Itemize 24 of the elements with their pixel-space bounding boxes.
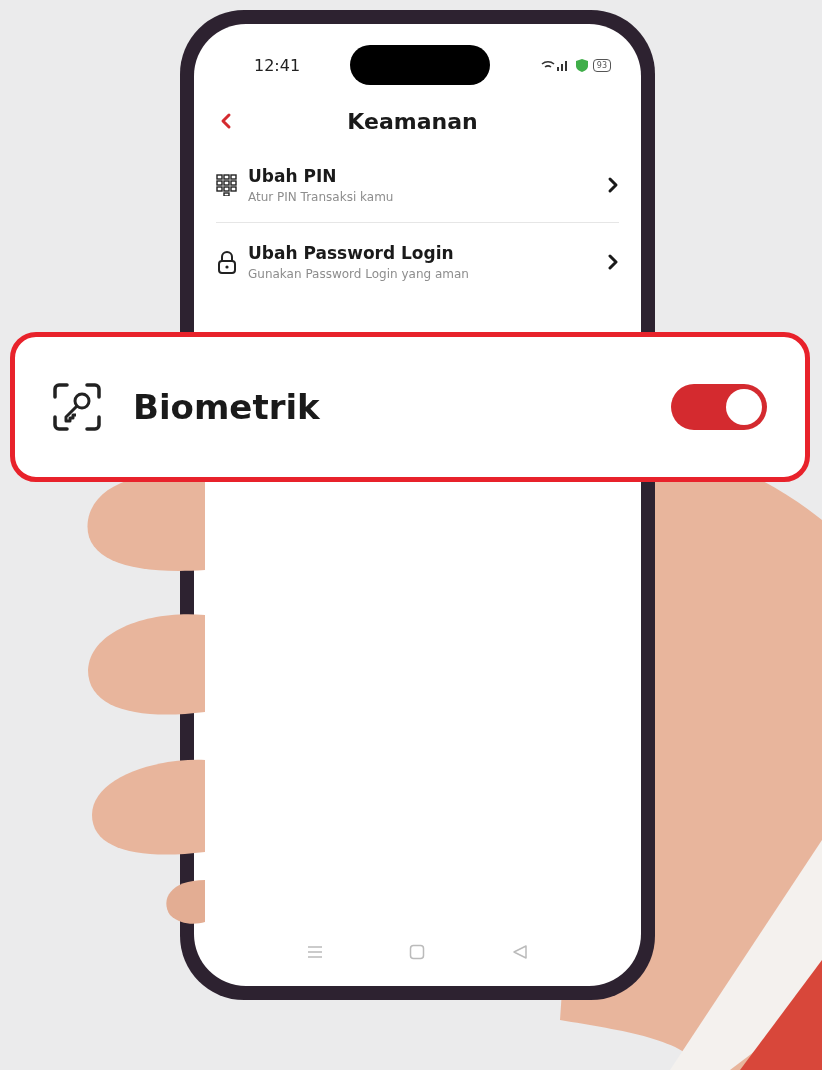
toggle-thumb	[726, 389, 762, 425]
chevron-right-icon	[607, 253, 619, 271]
square-icon	[409, 944, 426, 960]
triangle-icon	[511, 944, 528, 960]
biometric-label: Biometrik	[133, 387, 321, 427]
menu-item-title: Ubah PIN	[248, 166, 338, 186]
key-scan-icon	[51, 381, 103, 433]
status-time: 12:41	[254, 55, 301, 75]
shield-icon	[575, 58, 588, 72]
back-nav-button[interactable]	[511, 944, 528, 960]
battery-level: 93	[592, 58, 611, 72]
menu-item-title: Ubah Password Login	[248, 243, 455, 263]
page-title: Keamanan	[346, 108, 479, 134]
menu-icon	[307, 945, 324, 959]
home-nav-button[interactable]	[409, 944, 426, 960]
chevron-right-icon	[607, 176, 619, 194]
back-button[interactable]	[220, 112, 232, 130]
biometric-toggle[interactable]	[671, 384, 767, 430]
back-chevron-icon	[220, 112, 232, 130]
menu-item-subtitle: Atur PIN Transaksi kamu	[248, 190, 395, 204]
keypad-icon	[216, 174, 238, 196]
menu-nav-button[interactable]	[307, 945, 324, 959]
lock-icon	[216, 250, 238, 274]
menu-item-subtitle: Gunakan Password Login yang aman	[248, 267, 470, 281]
